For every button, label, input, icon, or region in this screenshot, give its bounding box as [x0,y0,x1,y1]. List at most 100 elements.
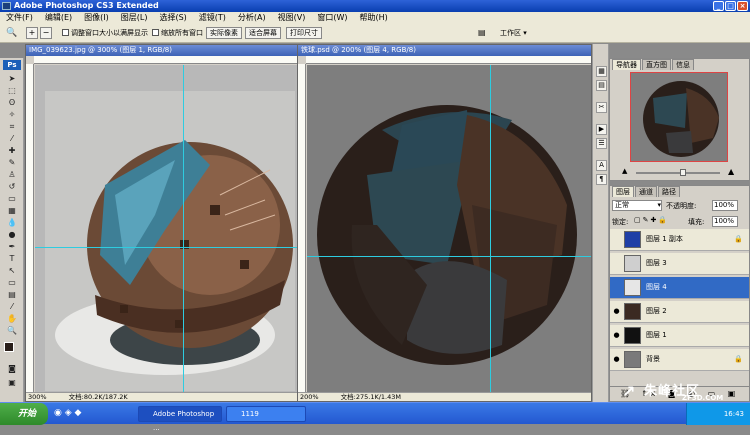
zoom-level[interactable]: 200% [298,393,319,401]
start-button[interactable]: 开始 [0,403,48,425]
move-tool-icon[interactable]: ➤ [4,74,20,84]
quicklaunch-icons[interactable]: ◉ ◈ ◆ [54,408,81,418]
history-brush-tool-icon[interactable]: ↺ [4,182,20,192]
taskbar-item-photoshop[interactable]: Adobe Photoshop ... [138,406,222,432]
tab-paths[interactable]: 路径 [658,186,680,197]
layer-row[interactable]: ● 背景 🔒 [610,349,749,371]
tab-layers[interactable]: 图层 [612,186,634,197]
guide-horizontal[interactable] [307,256,591,257]
menu-image[interactable]: 图像(I) [84,12,109,24]
scissors-icon[interactable]: ✂ [596,102,607,113]
guide-vertical[interactable] [490,65,491,393]
layer-row[interactable]: 图层 4 [610,277,749,299]
taskbar-item-folder[interactable]: 1119 [226,406,306,422]
doc-size: 文档:275.1K/1.43M [340,393,402,401]
palette-well-icon[interactable]: ▤ [478,28,486,37]
pen-tool-icon[interactable]: ✒ [4,242,20,252]
brush-tool-icon[interactable]: ✎ [4,158,20,168]
maximize-button[interactable]: □ [725,1,736,11]
layer-row[interactable]: ● 图层 2 [610,301,749,323]
canvas-right[interactable] [307,65,591,393]
canvas-left[interactable] [35,65,310,393]
notes-tool-icon[interactable]: ▤ [4,290,20,300]
brushes-panel-icon[interactable]: ▦ [596,66,607,77]
fill-input[interactable]: 100% [712,216,738,227]
shape-tool-icon[interactable]: ▭ [4,278,20,288]
visibility-eye-icon[interactable]: ● [612,355,621,364]
visibility-eye-icon[interactable]: ● [612,331,621,340]
layer-thumbnail [624,327,641,344]
eraser-tool-icon[interactable]: ▭ [4,194,20,204]
guide-vertical[interactable] [183,65,184,393]
zoom-tool-icon[interactable]: 🔍 [6,27,22,39]
zoom-all-checkbox[interactable]: 缩放所有窗口 [152,29,203,38]
menu-view[interactable]: 视图(V) [278,12,306,24]
document-window-right: 铁球.psd @ 200% (图层 4, RGB/8) 200% 文档:275.… [297,44,592,402]
tab-navigator[interactable]: 导航器 [612,59,641,70]
blur-tool-icon[interactable]: 💧 [4,218,20,228]
menu-edit[interactable]: 编辑(E) [45,12,72,24]
path-select-tool-icon[interactable]: ↖ [4,266,20,276]
fit-screen-button[interactable]: 适合屏幕 [245,27,281,39]
dodge-tool-icon[interactable]: ● [4,230,20,240]
crop-tool-icon[interactable]: ⌗ [4,122,20,132]
marquee-tool-icon[interactable]: ⬚ [4,86,20,96]
opacity-input[interactable]: 100% [712,200,738,211]
magic-wand-tool-icon[interactable]: ✧ [4,110,20,120]
visibility-eye-icon[interactable] [612,259,621,268]
visibility-eye-icon[interactable]: ● [612,307,621,316]
tab-channels[interactable]: 通道 [635,186,657,197]
zoom-in-icon[interactable]: + [26,27,38,39]
guide-horizontal[interactable] [35,247,310,248]
layer-row[interactable]: ● 图层 1 [610,325,749,347]
print-size-button[interactable]: 打印尺寸 [286,27,322,39]
menu-window[interactable]: 窗口(W) [317,12,347,24]
close-button[interactable]: × [737,1,748,11]
quick-mask-icon[interactable]: ◙ [4,364,20,374]
zoom-tool2-icon[interactable]: 🔍 [4,326,20,336]
menu-file[interactable]: 文件(F) [6,12,33,24]
doc-right-title[interactable]: 铁球.psd @ 200% (图层 4, RGB/8) [298,45,591,56]
navigator-thumbnail [643,81,719,157]
doc-left-title[interactable]: IMG_039623.jpg @ 300% (图层 1, RGB/8) [26,45,310,56]
eyedropper2-tool-icon[interactable]: ⁄ [4,302,20,312]
character-icon[interactable]: A [596,160,607,171]
visibility-eye-icon[interactable] [612,283,621,292]
layer-row[interactable]: 图层 3 [610,253,749,275]
menu-analysis[interactable]: 分析(A) [238,12,266,24]
menu-select[interactable]: 选择(S) [159,12,186,24]
resize-windows-checkbox[interactable]: 调整窗口大小以满屏显示 [62,29,148,38]
screen-mode-icon[interactable]: ▣ [4,378,20,388]
tab-info[interactable]: 信息 [672,59,694,70]
healing-tool-icon[interactable]: ✚ [4,146,20,156]
workspace-menu[interactable]: 工作区 ▾ [500,28,527,38]
tool-presets-icon[interactable]: ▤ [596,80,607,91]
menu-help[interactable]: 帮助(H) [360,12,388,24]
lock-options-icon[interactable]: ▢✎✚🔒 [634,216,669,224]
lasso-tool-icon[interactable]: ʘ [4,98,20,108]
gradient-tool-icon[interactable]: ▦ [4,206,20,216]
navigator-preview[interactable] [630,72,728,162]
photoshop-logo-icon [2,2,11,10]
paragraph-icon[interactable]: ¶ [596,174,607,185]
blend-mode-select[interactable]: 正常 ▾ [612,200,662,211]
layer-thumbnail [624,303,641,320]
actions-icon[interactable]: ▶ [596,124,607,135]
lock-icon: 🔒 [734,235,743,243]
menu-filter[interactable]: 滤镜(T) [199,12,226,24]
menu-layer[interactable]: 图层(L) [121,12,148,24]
actual-pixels-button[interactable]: 实际像素 [206,27,242,39]
type-tool-icon[interactable]: T [4,254,20,264]
zoom-level[interactable]: 300% [26,393,47,401]
history-icon[interactable]: ☰ [596,138,607,149]
tab-histogram[interactable]: 直方图 [642,59,671,70]
foreground-color-swatch[interactable] [4,342,14,352]
stamp-tool-icon[interactable]: ♙ [4,170,20,180]
minimize-button[interactable]: _ [713,1,724,11]
navigator-zoom-slider[interactable]: ▲ ▲ [622,167,737,177]
layer-row[interactable]: 图层 1 副本 🔒 [610,229,749,251]
hand-tool-icon[interactable]: ✋ [4,314,20,324]
eyedropper-tool-icon[interactable]: ⁄ [4,134,20,144]
visibility-eye-icon[interactable] [612,235,621,244]
zoom-out-icon[interactable]: − [40,27,52,39]
